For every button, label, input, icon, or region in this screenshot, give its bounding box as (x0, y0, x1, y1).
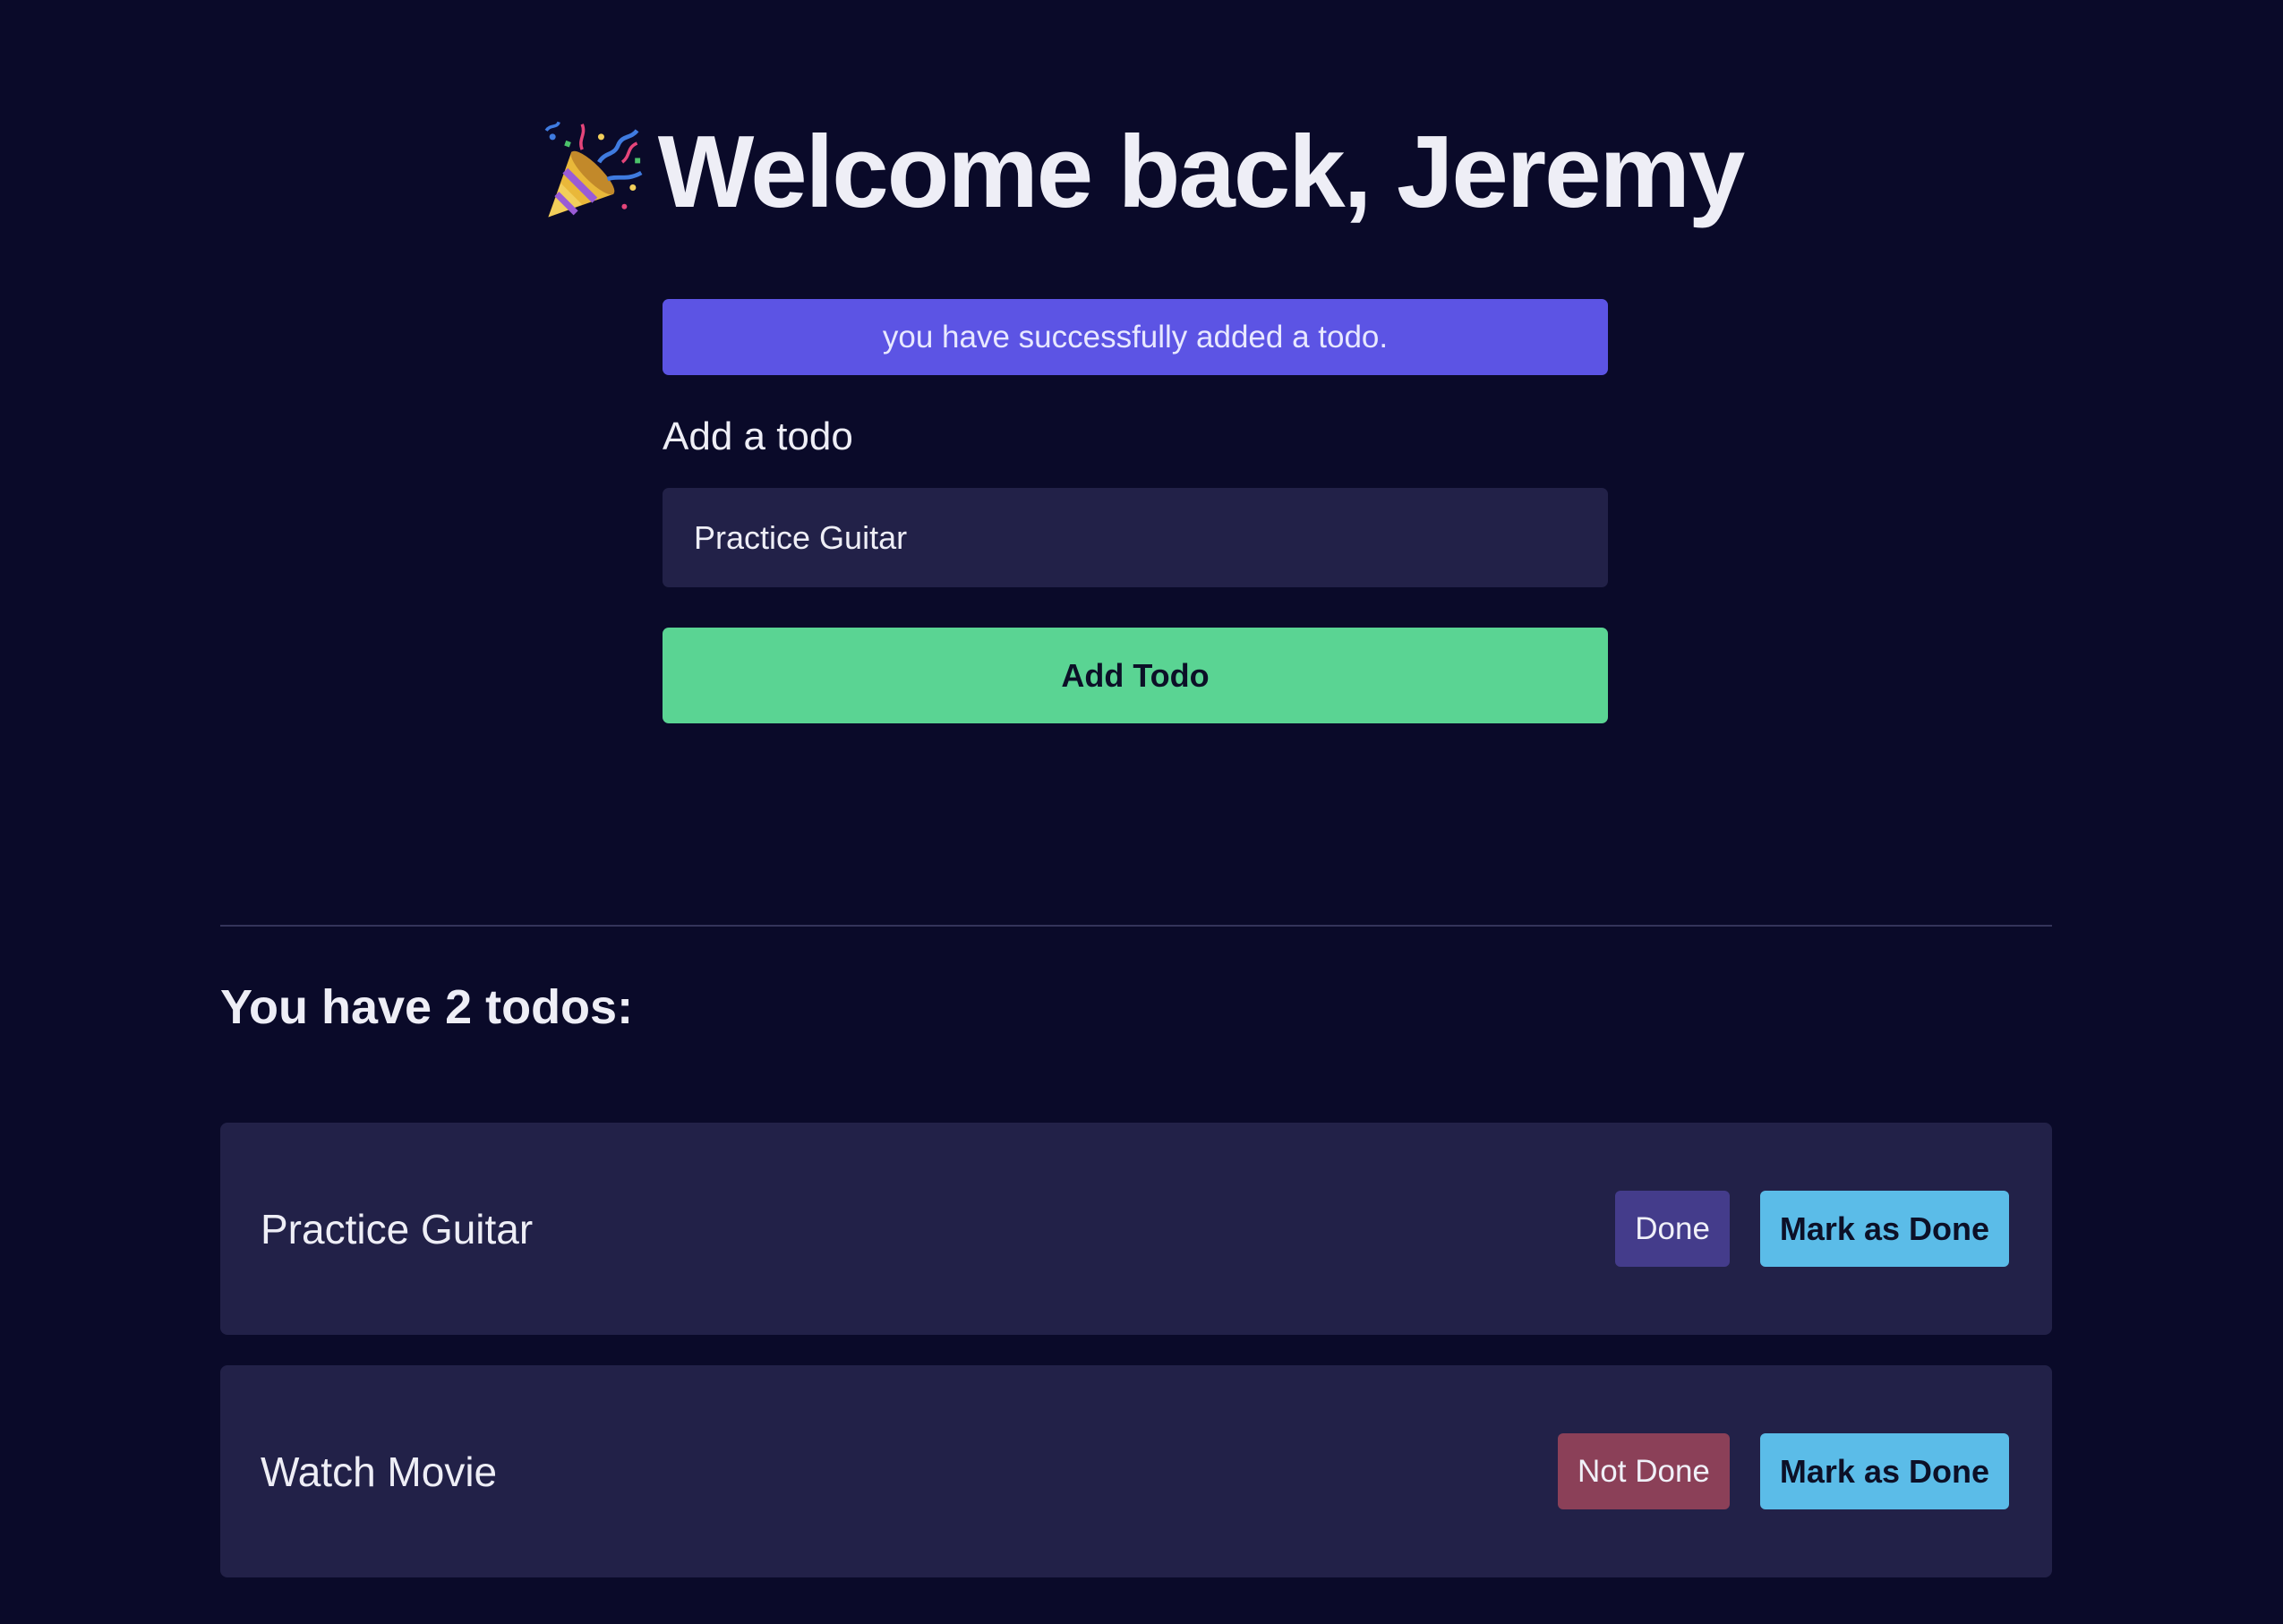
party-popper-icon (540, 120, 646, 226)
mark-as-done-button[interactable]: Mark as Done (1759, 1433, 2009, 1509)
todo-item: Practice Guitar Done Mark as Done (220, 1123, 2052, 1335)
todo-item: Watch Movie Not Done Mark as Done (220, 1365, 2052, 1577)
todo-count-heading: You have 2 todos: (220, 980, 634, 1034)
add-todo-label: Add a todo (663, 415, 853, 458)
mark-as-done-button[interactable]: Mark as Done (1759, 1191, 2009, 1267)
status-badge-done: Done (1615, 1191, 1730, 1267)
success-flash-message: you have successfully added a todo. (663, 299, 1608, 375)
page-title-text: Welcome back, Jeremy (657, 115, 1746, 229)
page-title: Welcome back, Jeremy (0, 106, 2283, 240)
status-badge-not-done: Not Done (1558, 1433, 1730, 1509)
section-divider (220, 925, 2052, 927)
todo-item-text: Practice Guitar (261, 1205, 534, 1252)
todo-input[interactable] (663, 488, 1608, 587)
todo-list: Practice Guitar Done Mark as Done Watch … (220, 1123, 2052, 1608)
add-todo-form: you have successfully added a todo. Add … (663, 299, 1608, 723)
add-todo-button[interactable]: Add Todo (663, 628, 1608, 723)
todo-item-text: Watch Movie (261, 1448, 498, 1495)
